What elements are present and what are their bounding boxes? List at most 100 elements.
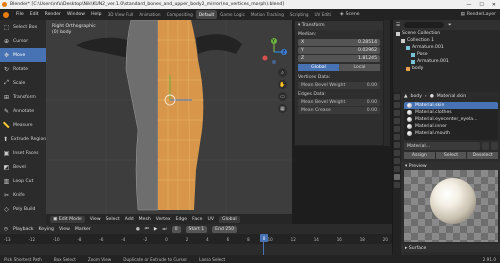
playback-menu[interactable]: Playback [13,227,34,232]
viewport-canvas[interactable] [46,20,292,231]
tool-rotate[interactable]: ↻ Rotate [0,62,46,76]
select-button[interactable]: Select [435,152,467,159]
workspace-tab[interactable]: Scripting [287,10,312,19]
scene-tab-icon[interactable] [394,118,400,124]
modifier-tab-icon[interactable] [394,142,400,148]
play-icon[interactable]: ▶ [154,227,158,232]
tool-measure[interactable]: 📏 Measure [0,118,46,132]
close-button[interactable]: ✕ [492,2,496,8]
camera-icon[interactable]: ▭ [278,92,287,101]
unlink-material-button[interactable] [491,142,498,150]
sidebar-tabs[interactable] [384,20,390,146]
navigation-gizmo[interactable]: Y Z [260,38,288,66]
menu-help[interactable]: Help [88,12,104,17]
menu-edge[interactable]: Edge [176,217,188,222]
menu-render[interactable]: Render [42,12,64,17]
menu-uv[interactable]: UV [208,217,215,222]
workspace-tab[interactable]: Motion Tracking [248,10,287,19]
material-slot[interactable]: Material.inner [404,123,498,130]
orientation-dropdown[interactable]: Global [219,215,240,223]
vertex-bevel-weight-field[interactable]: Mean Bevel Weight 0.00 [298,82,380,89]
output-tab-icon[interactable] [394,110,400,116]
outliner-item[interactable]: Armature.001 [393,58,500,65]
tool-cursor[interactable]: ⊕ Cursor [0,34,46,48]
material-tab-icon[interactable] [394,174,400,180]
jump-end-icon[interactable]: ⏭ [162,226,166,232]
workspace-tab[interactable]: Game Logic [217,10,248,19]
minimize-button[interactable]: — [466,2,471,8]
menu-edit[interactable]: Edit [27,12,42,17]
playhead[interactable]: 0 [260,234,268,242]
render-tab-icon[interactable] [394,102,400,108]
outliner-item[interactable]: body [393,65,500,72]
blender-menu-icon[interactable] [3,11,9,18]
object-tab-icon[interactable] [394,134,400,140]
material-slot[interactable]: Material.skin [404,102,498,109]
view-layer-selector[interactable]: ▤ RenderLayer [460,12,496,17]
end-frame-field[interactable]: End 250 [212,225,238,233]
outliner-editor-icon[interactable]: ☰ [396,23,400,28]
outliner-item[interactable]: Scene Collection [393,30,500,37]
tool-bevel[interactable]: ◩ Bevel [0,160,46,174]
material-slot[interactable]: Material.eyecenter_eyela... [404,116,498,123]
outliner-item[interactable]: Collection 1 [393,37,500,44]
median-x-field[interactable]: X 0.28514 [298,39,380,46]
record-icon[interactable]: ● [136,227,140,232]
median-z-field[interactable]: Z 1.81245 [298,55,380,62]
surface-panel-header[interactable]: ▸ Surface [401,244,500,252]
mode-dropdown[interactable]: ▣ Edit Mode [50,215,85,223]
assign-button[interactable]: Assign [404,152,435,159]
median-y-field[interactable]: Y 0.02962 [298,47,380,54]
data-tab-icon[interactable] [394,166,400,172]
zoom-icon[interactable]: ⌕ [278,68,287,77]
3d-viewport[interactable]: Right Orthographic (0) body Y Z ⌕ ✋ ▭ ▦ [46,20,292,231]
preview-panel-header[interactable]: ▾ Preview [401,162,500,170]
timeline-ruler[interactable]: -13 -12 -10 -8 -6 -4 -2 0 2 4 6 8 10 12 14 16 18 20 [0,234,392,244]
tool-select-box[interactable]: ⬚ Select Box [0,20,46,34]
grid-icon[interactable]: ▦ [278,104,287,113]
workspace-tab[interactable]: Animation [136,10,163,19]
marker-menu[interactable]: Marker [75,227,91,232]
tool-knife[interactable]: ✂ Knife [0,188,46,202]
global-toggle[interactable]: Global [298,64,339,71]
transform-panel-header[interactable]: ▾ Transform [295,21,383,30]
constraint-tab-icon[interactable] [394,158,400,164]
menu-vertex[interactable]: Vertex [156,217,171,222]
keying-menu[interactable]: Keying [39,227,54,232]
menu-select[interactable]: Select [106,217,120,222]
menu-view[interactable]: View [90,217,101,222]
tool-extrude-region[interactable]: ⬆ Extrude Region [0,132,46,146]
material-dropdown[interactable]: Material... [404,142,480,150]
material-slot[interactable]: Material.mouth [404,130,498,137]
workspace-tab[interactable]: 3D View Full [105,10,137,19]
tool-inset-faces[interactable]: ▣ Inset Faces [0,146,46,160]
scene-selector[interactable]: ◈ Scene [340,12,360,17]
workspace-tab[interactable]: Compositing [164,10,196,19]
current-frame-field[interactable]: 0 [171,225,181,233]
workspace-tab-active[interactable]: Default [195,10,218,19]
tool-move[interactable]: ✥ Move [0,48,46,62]
tool-transform[interactable]: ⊞ Transform [0,90,46,104]
tool-scale[interactable]: ⤢ Scale [0,76,46,90]
menu-window[interactable]: Window [64,12,88,17]
maximize-button[interactable]: ☐ [479,2,483,8]
start-frame-field[interactable]: Start 1 [185,225,208,233]
timeline-editor-icon[interactable]: ◷ [4,227,8,232]
menu-file[interactable]: File [13,12,27,17]
tool-loop-cut[interactable]: ▥ Loop Cut [0,174,46,188]
outliner-item[interactable]: Pose [393,51,500,58]
texture-tab-icon[interactable] [394,182,400,188]
tool-poly-build[interactable]: ◇ Poly Build [0,202,46,216]
local-toggle[interactable]: Local [339,64,380,71]
material-slot[interactable]: Material.clothes [404,109,498,116]
menu-add[interactable]: Add [125,217,134,222]
outliner-item[interactable]: Armature.001 [393,44,500,51]
physics-tab-icon[interactable] [394,150,400,156]
menu-mesh[interactable]: Mesh [139,217,151,222]
menu-face[interactable]: Face [192,217,202,222]
new-material-button[interactable] [482,142,489,150]
tool-tab-icon[interactable] [394,94,400,100]
jump-start-icon[interactable]: ⏮ [145,226,149,232]
filter-icon[interactable]: ⏷ [448,22,452,28]
tool-annotate[interactable]: ✎ Annotate [0,104,46,118]
